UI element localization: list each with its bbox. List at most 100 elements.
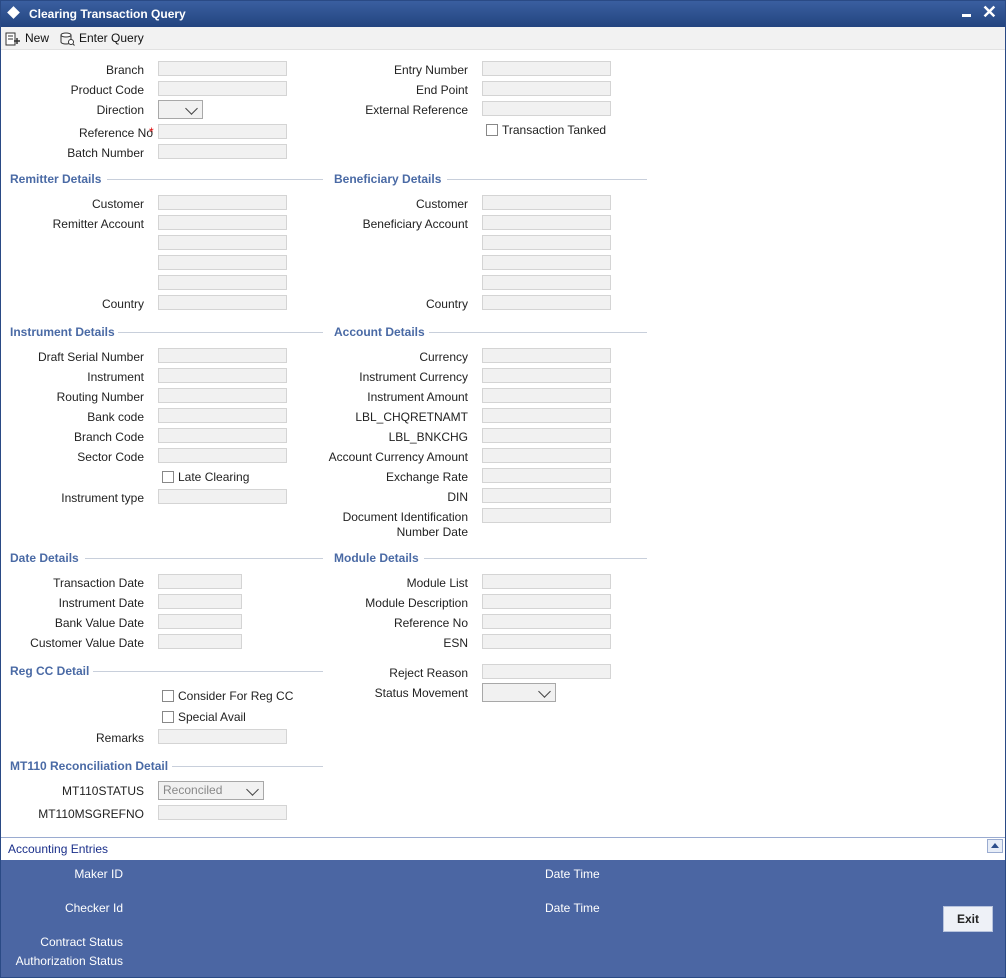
beneficiary-address-line-1[interactable]: [482, 235, 611, 250]
late-clearing-checkbox[interactable]: [162, 471, 174, 483]
remitter-address-line-1[interactable]: [158, 235, 287, 250]
instrument-amount-field[interactable]: [482, 388, 611, 403]
branch-field[interactable]: [158, 61, 287, 76]
instrument-date-field[interactable]: [158, 594, 242, 609]
din-field[interactable]: [482, 488, 611, 503]
exit-button[interactable]: Exit: [943, 906, 993, 932]
instrument-type-label: Instrument type: [61, 491, 144, 505]
remitter-details-title: Remitter Details: [10, 172, 102, 186]
consider-reg-cc-checkbox[interactable]: [162, 690, 174, 702]
bank-code-label: Bank code: [87, 410, 144, 424]
esn-field[interactable]: [482, 634, 611, 649]
document-id-label-line-2: Number Date: [396, 525, 468, 539]
bank-code-field[interactable]: [158, 408, 287, 423]
remitter-country-field[interactable]: [158, 295, 287, 310]
close-icon[interactable]: ✕: [982, 2, 997, 22]
module-description-field[interactable]: [482, 594, 611, 609]
accounting-entries-link[interactable]: Accounting Entries: [8, 842, 108, 856]
currency-field[interactable]: [482, 348, 611, 363]
chevron-down-icon: [538, 685, 551, 698]
status-movement-label: Status Movement: [374, 686, 468, 700]
mt110-msgrefno-field[interactable]: [158, 805, 287, 820]
customer-value-date-field[interactable]: [158, 634, 242, 649]
instrument-label: Instrument: [87, 370, 144, 384]
authorization-status-label: Authorization Status: [15, 954, 123, 968]
section-divider: [172, 766, 323, 767]
special-avail-checkbox[interactable]: [162, 711, 174, 723]
customer-value-date-label: Customer Value Date: [30, 636, 144, 650]
bnkchg-field[interactable]: [482, 428, 611, 443]
special-avail-label: Special Avail: [178, 710, 246, 724]
entry-number-field[interactable]: [482, 61, 611, 76]
beneficiary-details-title: Beneficiary Details: [334, 172, 442, 186]
module-list-field[interactable]: [482, 574, 611, 589]
exchange-rate-field[interactable]: [482, 468, 611, 483]
sector-code-label: Sector Code: [77, 450, 144, 464]
branch-code-field[interactable]: [158, 428, 287, 443]
checker-id-label: Checker Id: [64, 901, 123, 915]
section-divider: [447, 179, 647, 180]
beneficiary-address-line-3[interactable]: [482, 275, 611, 290]
end-point-field[interactable]: [482, 81, 611, 96]
accounting-entries-bar: Accounting Entries: [1, 837, 1005, 860]
branch-label: Branch: [105, 63, 144, 77]
chqretnamt-label: LBL_CHQRETNAMT: [355, 410, 468, 424]
direction-select[interactable]: [158, 100, 203, 119]
mt110-status-label: MT110STATUS: [61, 784, 144, 798]
maker-date-time-label: Date Time: [545, 867, 600, 881]
draft-serial-field[interactable]: [158, 348, 287, 363]
remitter-customer-field[interactable]: [158, 195, 287, 210]
instrument-currency-field[interactable]: [482, 368, 611, 383]
batch-number-field[interactable]: [158, 144, 287, 159]
routing-number-label: Routing Number: [56, 390, 144, 404]
collapse-up-icon[interactable]: [987, 839, 1003, 853]
beneficiary-country-field[interactable]: [482, 295, 611, 310]
transaction-date-label: Transaction Date: [53, 576, 144, 590]
remitter-address-line-3[interactable]: [158, 275, 287, 290]
branch-code-label: Branch Code: [73, 430, 144, 444]
checker-date-time-label: Date Time: [545, 901, 600, 915]
beneficiary-address-line-2[interactable]: [482, 255, 611, 270]
beneficiary-customer-field[interactable]: [482, 195, 611, 210]
module-reference-no-field[interactable]: [482, 614, 611, 629]
instrument-type-field[interactable]: [158, 489, 287, 504]
beneficiary-account-field[interactable]: [482, 215, 611, 230]
section-divider: [118, 332, 323, 333]
status-movement-select[interactable]: [482, 683, 556, 702]
enter-query-button[interactable]: Enter Query: [59, 29, 144, 47]
bank-value-date-field[interactable]: [158, 614, 242, 629]
instrument-field[interactable]: [158, 368, 287, 383]
remarks-label: Remarks: [95, 731, 144, 745]
minimize-icon[interactable]: [961, 5, 973, 19]
reference-no-field[interactable]: [158, 124, 287, 139]
account-details-title: Account Details: [334, 325, 425, 339]
transaction-date-field[interactable]: [158, 574, 242, 589]
reject-reason-field[interactable]: [482, 664, 611, 679]
chevron-down-icon: [185, 102, 198, 115]
product-code-field[interactable]: [158, 81, 287, 96]
external-reference-field[interactable]: [482, 101, 611, 116]
audit-footer: [1, 860, 1005, 977]
remarks-field[interactable]: [158, 729, 287, 744]
remitter-address-line-2[interactable]: [158, 255, 287, 270]
module-list-label: Module List: [406, 576, 468, 590]
document-id-field[interactable]: [482, 508, 611, 523]
remitter-account-field[interactable]: [158, 215, 287, 230]
bank-value-date-label: Bank Value Date: [54, 616, 144, 630]
mt110-status-value: Reconciled: [163, 783, 223, 797]
new-button[interactable]: New: [5, 29, 49, 47]
module-reference-no-label: Reference No: [393, 616, 468, 630]
routing-number-field[interactable]: [158, 388, 287, 403]
module-details-title: Module Details: [334, 551, 419, 565]
reject-reason-label: Reject Reason: [389, 666, 468, 680]
remitter-account-label: Remitter Account: [52, 217, 144, 231]
mt110-msgrefno-label: MT110MSGREFNO: [38, 807, 144, 821]
document-id-label-line-1: Document Identification: [342, 510, 468, 524]
account-currency-amount-field[interactable]: [482, 448, 611, 463]
sector-code-field[interactable]: [158, 448, 287, 463]
mt110-status-select[interactable]: Reconciled: [158, 781, 264, 800]
transaction-tanked-checkbox[interactable]: [486, 124, 498, 136]
contract-status-label: Contract Status: [40, 935, 123, 949]
chqretnamt-field[interactable]: [482, 408, 611, 423]
section-divider: [93, 671, 323, 672]
